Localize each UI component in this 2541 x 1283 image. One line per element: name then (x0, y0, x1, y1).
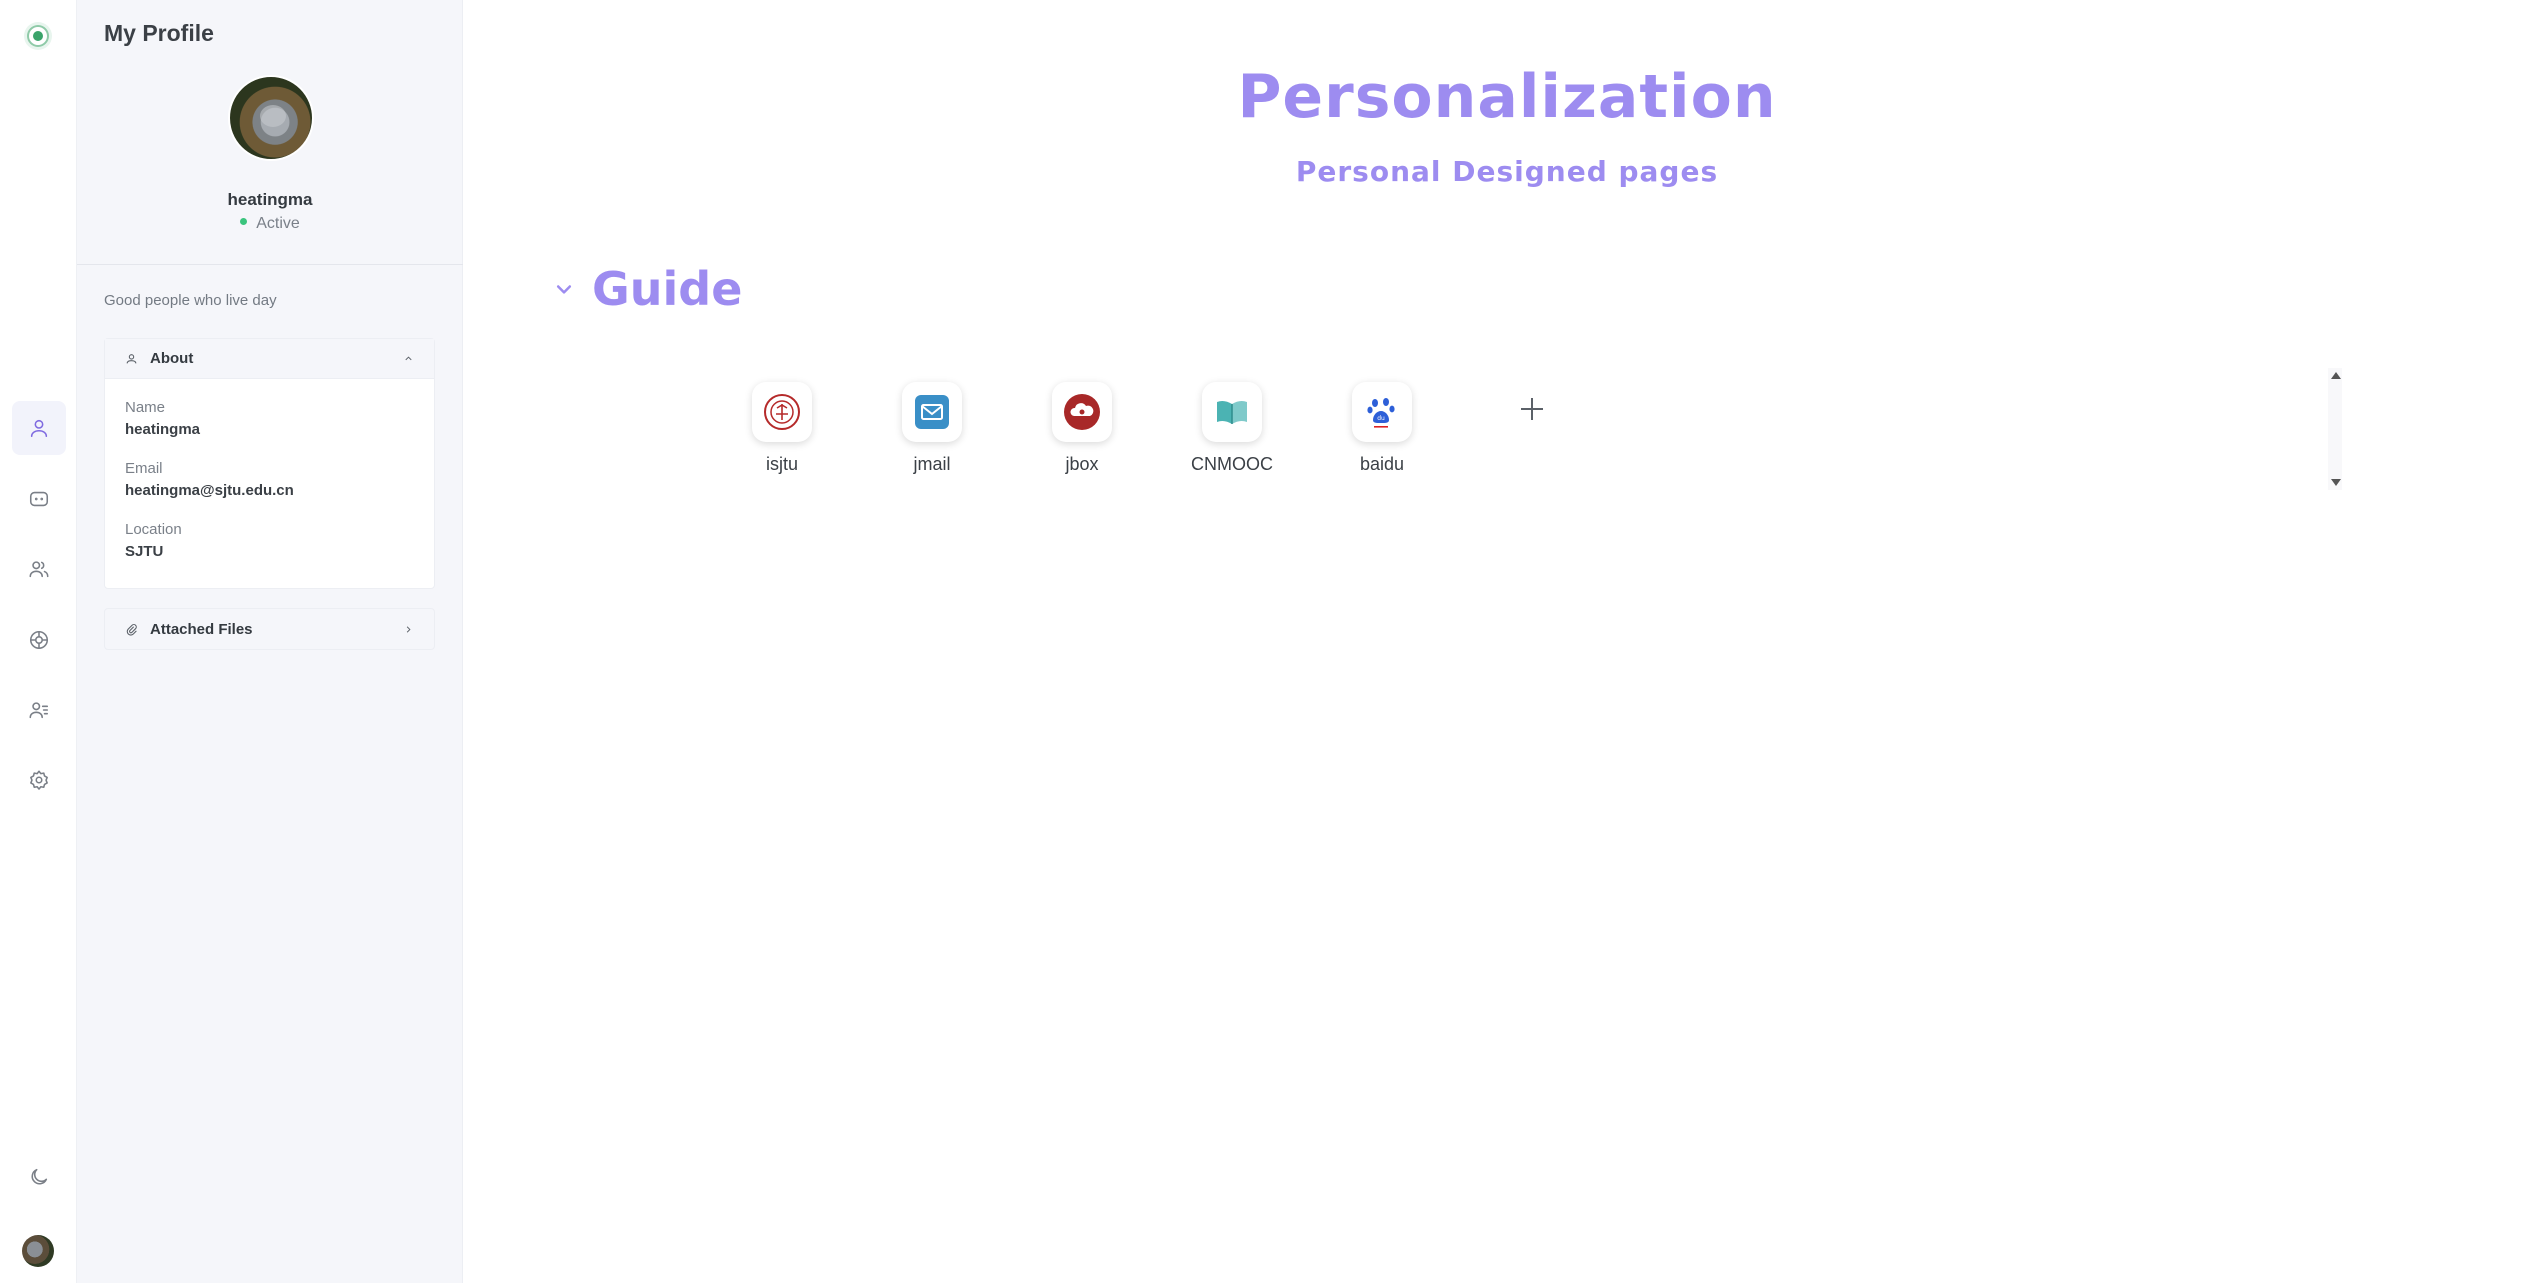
app-label: jmail (913, 454, 951, 474)
email-value: heatingma@sjtu.edu.cn (125, 482, 294, 499)
app-shortcut-jmail[interactable]: jmail (857, 382, 1007, 475)
name-value: heatingma (125, 421, 201, 438)
app-label: baidu (1359, 454, 1405, 474)
add-shortcut-button[interactable] (1457, 382, 1607, 475)
attached-files-label: Attached Files (150, 620, 253, 638)
sjtu-logo-icon (752, 382, 812, 442)
app-shortcuts: isjtu jmail jbox CNMOOC du baidu (707, 382, 1607, 475)
paperclip-icon (126, 623, 137, 636)
nav-settings-button[interactable] (12, 753, 66, 807)
attached-files-header[interactable]: Attached Files (104, 608, 435, 650)
location-label: Location (125, 521, 182, 538)
scrollbar[interactable] (2328, 368, 2342, 490)
users-icon (29, 561, 49, 578)
palette-icon (29, 630, 49, 650)
contacts-list-icon (29, 702, 49, 719)
chevron-down-icon (556, 285, 572, 294)
book-icon (1202, 382, 1262, 442)
main-content: Personalization Personal Designed pages … (464, 0, 2541, 1283)
nav-groups-button[interactable] (12, 542, 66, 596)
chat-icon (29, 491, 49, 507)
location-value: SJTU (125, 543, 164, 560)
status-dot (240, 218, 248, 226)
profile-username: heatingma (227, 190, 313, 209)
location-field: Location SJTU (125, 521, 414, 560)
about-header[interactable]: About (105, 339, 434, 379)
app-logo-icon[interactable] (24, 22, 52, 50)
cloud-box-icon (1052, 382, 1112, 442)
dark-mode-toggle[interactable] (12, 1150, 66, 1204)
app-shortcut-isjtu[interactable]: isjtu (707, 382, 857, 475)
scroll-up-arrow-icon[interactable] (2331, 372, 2341, 379)
sidebar-title: My Profile (104, 20, 214, 46)
mail-icon (902, 382, 962, 442)
app-label: CNMOOC (1191, 454, 1273, 474)
email-field: Email heatingma@sjtu.edu.cn (125, 460, 414, 499)
about-panel: About Name heatingma Email heatingma@sjt… (104, 338, 435, 589)
avatar (228, 75, 314, 161)
nav-contacts-button[interactable] (12, 683, 66, 737)
moon-icon (31, 1168, 48, 1185)
app-shortcut-cnmooc[interactable]: CNMOOC (1157, 382, 1307, 475)
nav-chats-button[interactable] (12, 472, 66, 526)
name-field: Name heatingma (125, 399, 414, 438)
name-label: Name (125, 399, 166, 416)
app-label: isjtu (765, 454, 798, 474)
profile-bio: Good people who live day (104, 292, 277, 309)
plus-icon (1521, 398, 1543, 420)
user-icon (30, 419, 48, 438)
nav-personalization-button[interactable] (12, 613, 66, 667)
nav-profile-button[interactable] (12, 401, 66, 455)
chevron-right-icon (406, 625, 411, 633)
about-body: Name heatingma Email heatingma@sjtu.edu.… (105, 379, 434, 588)
app-shortcut-baidu[interactable]: du baidu (1307, 382, 1457, 475)
chevron-up-icon (405, 356, 412, 361)
about-header-label: About (150, 350, 194, 367)
app-label: jbox (1065, 454, 1099, 474)
user-circle-icon (126, 354, 137, 364)
user-avatar-small[interactable] (22, 1235, 54, 1267)
email-label: Email (125, 460, 163, 477)
svg-text:du: du (1377, 415, 1385, 422)
profile-sidebar: My Profile heatingma Active Good people … (77, 0, 463, 1283)
gear-icon (30, 770, 48, 790)
guide-section-header[interactable]: Guide (554, 262, 742, 316)
baidu-paw-icon: du (1352, 382, 1412, 442)
status-text: Active (256, 215, 300, 232)
guide-section-title: Guide (592, 262, 743, 316)
scroll-down-arrow-icon[interactable] (2331, 479, 2341, 486)
divider (77, 264, 463, 265)
icon-rail (0, 0, 77, 1283)
status-indicator: Active (77, 215, 463, 233)
page-subtitle: Personal Designed pages (1295, 155, 1719, 188)
page-title: Personalization (1237, 62, 1777, 132)
app-shortcut-jbox[interactable]: jbox (1007, 382, 1157, 475)
